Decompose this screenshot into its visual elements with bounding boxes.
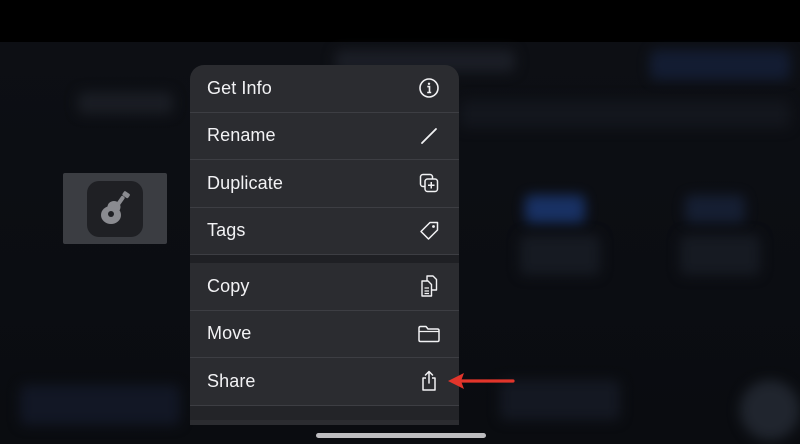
menu-item-label: Duplicate — [207, 172, 283, 193]
menu-item-tags[interactable]: Tags — [190, 208, 459, 255]
folder-icon — [417, 322, 441, 346]
menu-item-label: Tags — [207, 220, 246, 241]
pencil-icon — [417, 124, 441, 148]
duplicate-plus-icon — [417, 171, 441, 195]
home-indicator[interactable] — [316, 433, 486, 438]
context-menu: Get Info Rename Duplicate Tags Copy Move… — [190, 65, 459, 425]
blurred-tab-bar — [500, 380, 620, 420]
screen: Get Info Rename Duplicate Tags Copy Move… — [0, 0, 800, 444]
menu-item-label: Copy — [207, 275, 250, 296]
menu-item-move[interactable]: Move — [190, 311, 459, 358]
copy-documents-icon — [417, 274, 441, 298]
blurred-file-label — [680, 235, 760, 275]
menu-item-label: Share — [207, 370, 256, 391]
menu-item-label: Rename — [207, 125, 276, 146]
menu-bottom-edge — [190, 405, 459, 420]
blurred-file-card — [525, 195, 585, 223]
blurred-avatar — [740, 380, 800, 440]
menu-item-copy[interactable]: Copy — [190, 263, 459, 311]
menu-item-rename[interactable]: Rename — [190, 113, 459, 160]
blurred-tab-bar — [20, 385, 180, 425]
blurred-file-card — [685, 195, 745, 223]
blurred-file-label — [520, 235, 600, 275]
tag-icon — [417, 219, 441, 243]
menu-item-label: Move — [207, 323, 252, 344]
garageband-guitar-icon — [87, 180, 143, 237]
menu-item-get-info[interactable]: Get Info — [190, 65, 459, 113]
red-arrow-left-icon — [448, 373, 515, 389]
file-thumbnail[interactable] — [63, 173, 167, 244]
menu-item-label: Get Info — [207, 77, 272, 98]
menu-item-share[interactable]: Share — [190, 358, 459, 406]
share-icon — [417, 369, 441, 393]
menu-item-duplicate[interactable]: Duplicate — [190, 160, 459, 208]
blurred-toolbar — [650, 50, 790, 80]
blurred-title — [78, 92, 173, 114]
info-circle-icon — [417, 76, 441, 100]
menu-section-divider — [190, 255, 459, 263]
blurred-sort-bar — [460, 100, 790, 128]
